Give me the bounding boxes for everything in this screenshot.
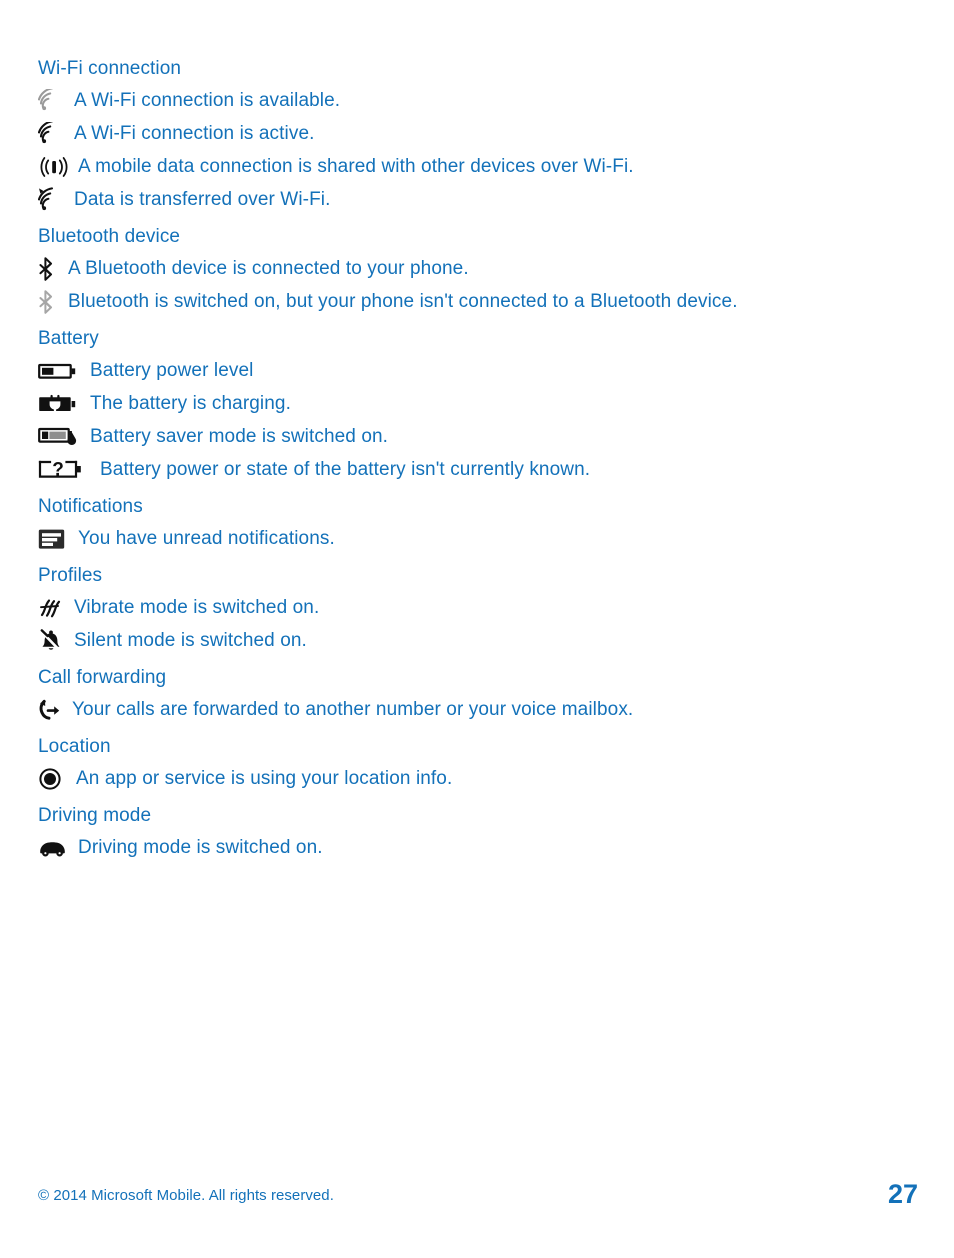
list-item: A Bluetooth device is connected to your … [38,253,918,284]
list-item-label: Battery power or state of the battery is… [100,458,591,480]
battery-charging-icon [38,391,84,417]
list-item: The battery is charging. [38,388,918,419]
list-item: Your calls are forwarded to another numb… [38,694,918,725]
list-item: A Wi-Fi connection is active. [38,118,918,149]
list-item-label: Data is transferred over Wi-Fi. [74,188,331,210]
section-header-notifications: Notifications [38,496,143,517]
section-header-battery: Battery [38,328,99,349]
section-header-call-forwarding: Call forwarding [38,667,167,688]
list-item: Battery saver mode is switched on. [38,421,918,452]
list-item-label: An app or service is using your location… [76,767,453,789]
silent-bell-icon [38,628,68,654]
section-header-wifi: Wi-Fi connection [38,58,182,79]
battery-level-icon [38,358,84,384]
list-item-label: A Wi-Fi connection is available. [74,89,341,111]
list-item: You have unread notifications. [38,523,918,554]
section-header-profiles: Profiles [38,565,103,586]
list-item-label: A mobile data connection is shared with … [78,155,634,177]
battery-unknown-icon: ? [38,457,94,483]
list-item-label: A Bluetooth device is connected to your … [68,257,469,279]
section-header-driving-mode: Driving mode [38,805,152,826]
section-header-location: Location [38,736,111,757]
list-item-label: A Wi-Fi connection is active. [74,122,315,144]
list-item-label: Battery power level [90,359,254,381]
location-icon [38,766,70,792]
list-item-label: Battery saver mode is switched on. [90,425,389,447]
wifi-active-icon [38,121,68,147]
vibrate-icon [38,595,68,621]
list-item: A Wi-Fi connection is available. [38,85,918,116]
list-item: ? Battery power or state of the battery … [38,454,918,485]
list-item: An app or service is using your location… [38,763,918,794]
list-item: A mobile data connection is shared with … [38,151,918,182]
list-item-label: Silent mode is switched on. [74,629,307,651]
notifications-unread-icon [38,526,72,552]
list-item: Vibrate mode is switched on. [38,592,918,623]
battery-saver-icon [38,424,84,450]
list-item-label: Vibrate mode is switched on. [74,596,320,618]
document-page: Wi-Fi connection A Wi-Fi connection is a… [0,0,954,1258]
list-item-label: You have unread notifications. [78,527,335,549]
page-footer: © 2014 Microsoft Mobile. All rights rese… [38,1179,918,1214]
page-number: 27 [887,1179,918,1209]
list-item-label: Bluetooth is switched on, but your phone… [68,290,738,312]
list-item-label: Driving mode is switched on. [78,836,323,858]
driving-mode-car-icon [38,835,72,861]
list-item: Driving mode is switched on. [38,832,918,863]
list-item-label: The battery is charging. [90,392,291,414]
status-icons-content: Wi-Fi connection A Wi-Fi connection is a… [38,56,918,865]
list-item-label: Your calls are forwarded to another numb… [72,698,634,720]
list-item: Silent mode is switched on. [38,625,918,656]
bluetooth-connected-icon [38,256,62,282]
list-item: Bluetooth is switched on, but your phone… [38,286,918,317]
section-header-bluetooth: Bluetooth device [38,226,181,247]
list-item: Battery power level [38,355,918,386]
mobile-hotspot-icon [38,154,72,180]
wifi-available-icon [38,88,68,114]
call-forwarding-icon [38,697,66,723]
copyright-text: © 2014 Microsoft Mobile. All rights rese… [38,1187,334,1204]
list-item: Data is transferred over Wi-Fi. [38,184,918,215]
bluetooth-on-icon [38,289,62,315]
svg-text:?: ? [52,459,64,480]
wifi-data-transfer-icon [38,186,68,213]
